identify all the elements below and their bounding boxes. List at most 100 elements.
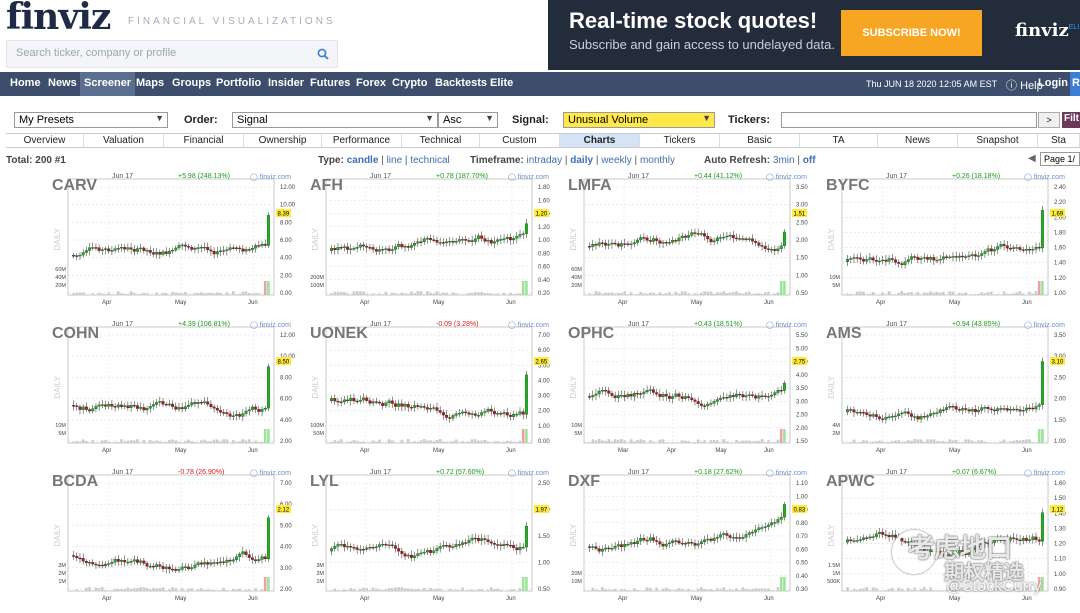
- tab-performance[interactable]: Performance: [322, 134, 402, 147]
- tf-intraday-link[interactable]: intraday: [527, 155, 563, 166]
- tab-valuation[interactable]: Valuation: [84, 134, 164, 147]
- last-price-label: 0.83: [794, 508, 806, 514]
- tab-technical[interactable]: Technical: [402, 134, 480, 147]
- stock-chart-dxf[interactable]: 1.101.000.900.800.700.600.500.400.30AprM…: [566, 469, 824, 613]
- candle: [881, 532, 885, 535]
- stock-chart-byfc[interactable]: 2.40 2.20 2.00 1.80 1.60 1.40 1.20 1.00 Apr May Ju…: [824, 173, 1080, 321]
- stock-chart-lyl[interactable]: 2.502.001.501.000.50AprMayJun3M2M1M1.97L…: [308, 469, 566, 613]
- tf-monthly-link[interactable]: monthly: [640, 155, 675, 166]
- chart-ticker[interactable]: BCDA: [52, 473, 98, 491]
- stock-chart-ams[interactable]: 3.503.002.502.001.501.00AprMayJun4M2M3.1…: [824, 321, 1080, 469]
- nav-item-portfolio[interactable]: Portfolio: [216, 77, 261, 89]
- candle: [696, 233, 700, 235]
- tab-ownership[interactable]: Ownership: [244, 134, 322, 147]
- presets-select[interactable]: My Presets ▼: [14, 112, 168, 128]
- signal-select[interactable]: Unusual Volume ▼: [563, 112, 715, 128]
- stock-chart-afh[interactable]: 1.801.601.401.201.000.800.600.400.20AprM…: [308, 173, 566, 321]
- volume-bar: [900, 441, 904, 443]
- search-icon[interactable]: [317, 48, 329, 60]
- prev-page-icon[interactable]: ◀: [1028, 153, 1036, 164]
- nav-item-insider[interactable]: Insider: [268, 77, 304, 89]
- y-tick-label: 1.60: [1054, 246, 1066, 252]
- type-technical-link[interactable]: technical: [410, 155, 449, 166]
- nav-item-elite[interactable]: Elite: [490, 77, 513, 89]
- login-link[interactable]: Login: [1038, 77, 1068, 89]
- nav-item-backtests[interactable]: Backtests: [435, 77, 487, 89]
- register-link[interactable]: R: [1070, 72, 1080, 96]
- candle: [435, 548, 439, 552]
- stock-chart-bcda[interactable]: 7.006.005.004.003.002.00AprMayJun3M2M1M2…: [50, 469, 308, 613]
- page-select[interactable]: Page 1/: [1040, 152, 1080, 166]
- tab-sta[interactable]: Sta: [1038, 134, 1080, 147]
- chart-ticker[interactable]: APWC: [826, 473, 875, 491]
- tab-financial[interactable]: Financial: [164, 134, 244, 147]
- volume-bar: [371, 293, 375, 295]
- candle: [508, 544, 512, 547]
- volume-bar: [849, 442, 853, 443]
- candle: [432, 407, 436, 409]
- subscribe-button[interactable]: SUBSCRIBE NOW!: [841, 10, 982, 56]
- tab-snapshot[interactable]: Snapshot: [958, 134, 1038, 147]
- nav-item-news[interactable]: News: [48, 77, 77, 89]
- volume-tick-label: 200M: [310, 275, 324, 281]
- nav-item-forex[interactable]: Forex: [356, 77, 386, 89]
- stock-chart-cohn[interactable]: 12.0010.008.006.004.002.00AprMayJun10M5M…: [50, 321, 308, 469]
- chart-ticker[interactable]: LMFA: [568, 177, 612, 195]
- tab-custom[interactable]: Custom: [480, 134, 560, 147]
- refresh-off-link[interactable]: off: [803, 155, 816, 166]
- candle: [174, 406, 178, 410]
- tab-tickers[interactable]: Tickers: [640, 134, 720, 147]
- candle: [655, 540, 659, 542]
- candle: [1034, 536, 1038, 540]
- direction-select[interactable]: Asc ▼: [438, 112, 498, 128]
- chart-ticker[interactable]: OPHC: [568, 325, 614, 343]
- nav-item-groups[interactable]: Groups: [172, 77, 211, 89]
- tickers-input[interactable]: [781, 112, 1037, 128]
- tf-weekly-link[interactable]: weekly: [601, 155, 632, 166]
- type-line-link[interactable]: line: [387, 155, 403, 166]
- nav-item-futures[interactable]: Futures: [310, 77, 350, 89]
- tickers-go-button[interactable]: >: [1038, 112, 1060, 128]
- volume-bar: [703, 440, 706, 443]
- tf-daily-link[interactable]: daily: [570, 155, 593, 166]
- subscribe-banner[interactable]: Real-time stock quotes! Subscribe and ga…: [548, 0, 1080, 70]
- search-input[interactable]: Search ticker, company or profile: [6, 40, 338, 68]
- stock-chart-ophc[interactable]: 5.505.004.504.003.503.002.502.001.50MarA…: [566, 321, 824, 469]
- chart-ticker[interactable]: LYL: [310, 473, 339, 491]
- tab-charts[interactable]: Charts: [560, 134, 640, 147]
- chart-ticker[interactable]: AFH: [310, 177, 343, 195]
- y-tick-label: 1.10: [1054, 557, 1066, 563]
- stock-chart-carv[interactable]: 12.00 10.00 8.00 6.00 4.00 2.00 0.00 Apr May Jun 6…: [50, 173, 308, 321]
- chart-ticker[interactable]: AMS: [826, 325, 862, 343]
- filters-button[interactable]: Filt: [1062, 112, 1080, 128]
- tab-overview[interactable]: Overview: [6, 134, 84, 147]
- volume-bar: [110, 590, 114, 591]
- volume-bar: [958, 293, 961, 295]
- chart-ticker[interactable]: DXF: [568, 473, 600, 491]
- nav-item-maps[interactable]: Maps: [136, 77, 164, 89]
- candle: [977, 255, 980, 257]
- tab-ta[interactable]: TA: [800, 134, 878, 147]
- volume-bar: [1009, 441, 1012, 443]
- candle: [674, 540, 678, 542]
- candle: [120, 404, 123, 407]
- nav-item-crypto[interactable]: Crypto: [392, 77, 427, 89]
- refresh-3min-link[interactable]: 3min: [773, 155, 795, 166]
- stock-chart-lmfa[interactable]: 3.50 3.00 2.50 2.00 1.50 1.00 0.50 Apr May Jun 60M…: [566, 173, 824, 321]
- stock-chart-uonek[interactable]: 7.00 6.00 5.00 4.00 3.00 2.00 1.00 0.00 Apr May Ju…: [308, 321, 566, 469]
- tab-news[interactable]: News: [878, 134, 958, 147]
- order-select[interactable]: Signal ▼: [232, 112, 438, 128]
- chart-ticker[interactable]: CARV: [52, 177, 97, 195]
- finviz-logo[interactable]: finviz: [6, 0, 111, 38]
- chart-ticker[interactable]: COHN: [52, 325, 99, 343]
- volume-bar: [645, 587, 649, 591]
- nav-item-screener[interactable]: Screener: [80, 72, 136, 96]
- chart-ticker[interactable]: BYFC: [826, 177, 870, 195]
- volume-bar: [671, 590, 674, 591]
- volume-bar: [371, 440, 375, 443]
- nav-item-home[interactable]: Home: [10, 77, 41, 89]
- tab-basic[interactable]: Basic: [720, 134, 800, 147]
- chart-ticker[interactable]: UONEK: [310, 325, 368, 343]
- candle: [219, 410, 222, 413]
- type-candle-link[interactable]: candle: [347, 155, 379, 166]
